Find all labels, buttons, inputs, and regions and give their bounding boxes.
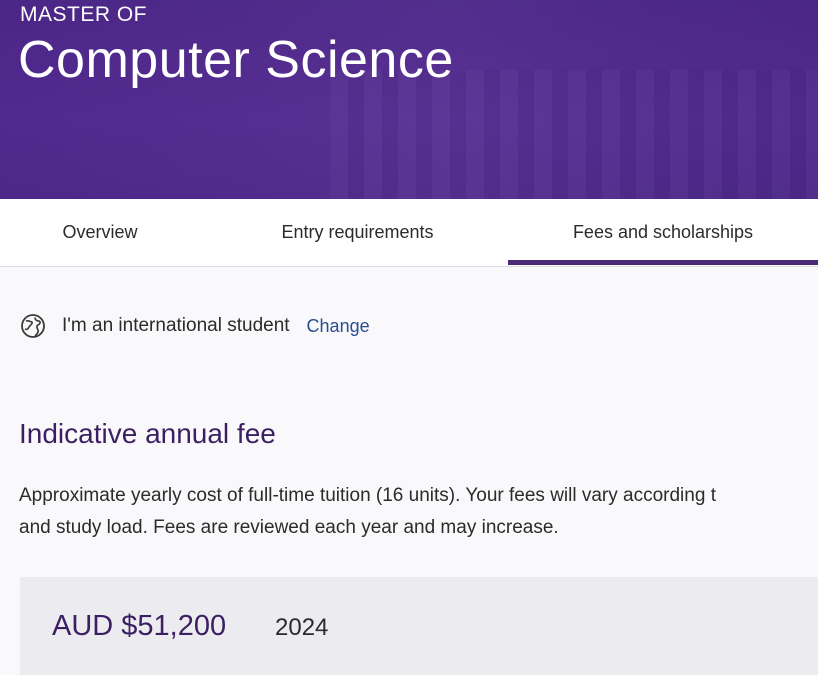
tab-entry-requirements[interactable]: Entry requirements (200, 199, 515, 266)
student-type-label: I'm an international student (62, 315, 290, 336)
fee-summary-box: AUD $51,200 2024 (20, 577, 818, 675)
student-type-row: I'm an international student Change (20, 311, 370, 341)
globe-icon (21, 314, 45, 338)
active-tab-indicator (508, 260, 818, 265)
fee-description: Approximate yearly cost of full-time tui… (19, 480, 818, 544)
page-title: Computer Science (18, 31, 454, 89)
hero-eyebrow: MASTER OF (20, 3, 148, 26)
fee-description-line-1: Approximate yearly cost of full-time tui… (19, 485, 716, 506)
page-hero: MASTER OF Computer Science (0, 0, 818, 199)
fee-amount: AUD $51,200 (52, 610, 227, 642)
change-student-type-link[interactable]: Change (307, 316, 370, 337)
tab-overview[interactable]: Overview (0, 199, 200, 266)
fee-description-line-2: and study load. Fees are reviewed each y… (19, 517, 559, 538)
fee-heading: Indicative annual fee (19, 418, 276, 449)
fee-year: 2024 (275, 614, 329, 641)
tab-fees-and-scholarships[interactable]: Fees and scholarships (508, 199, 818, 266)
course-tabs: Overview Entry requirements Fees and sch… (0, 199, 818, 267)
